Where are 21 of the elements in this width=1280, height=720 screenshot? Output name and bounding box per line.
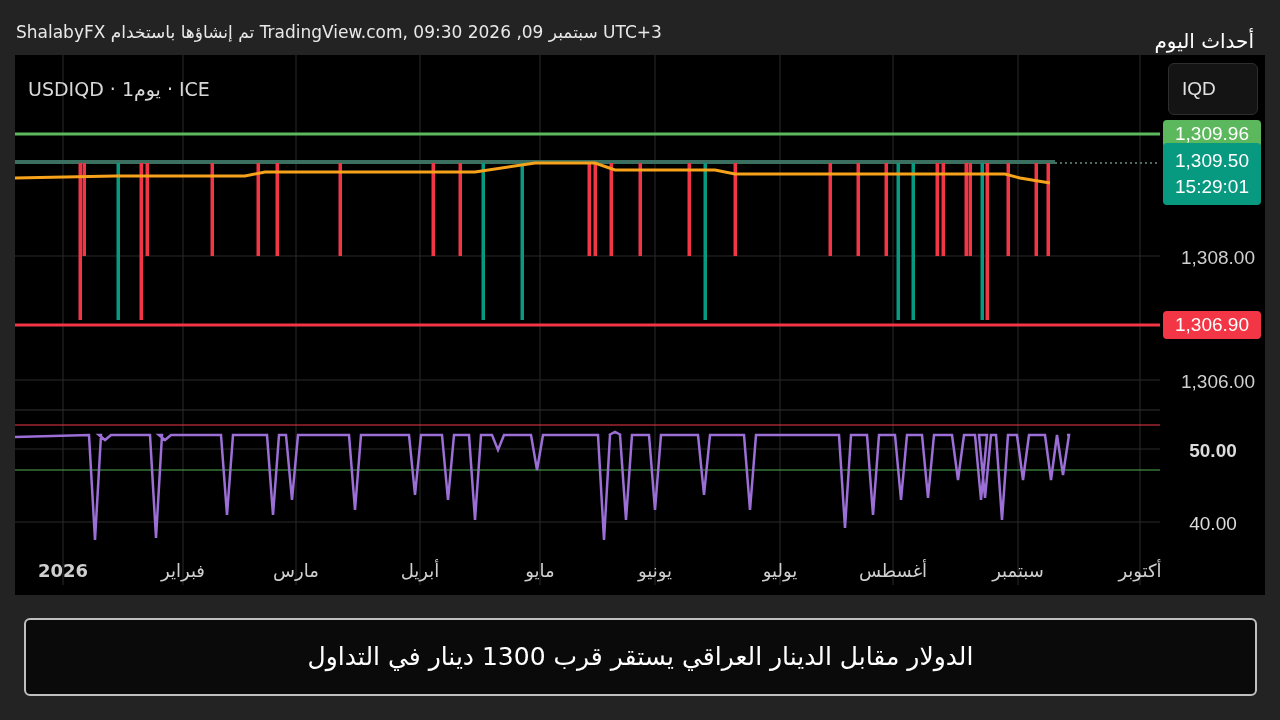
- price-axis-label: 1,306.00: [1180, 370, 1256, 394]
- section-title: أحداث اليوم: [1154, 27, 1254, 55]
- time-axis-label: مايو: [525, 559, 555, 584]
- time-axis-label: سبتمبر: [992, 559, 1044, 584]
- currency-button[interactable]: IQD: [1168, 63, 1258, 115]
- time-axis-label: فبراير: [161, 559, 205, 584]
- time-axis-label: مارس: [273, 559, 319, 583]
- time-axis-label: يونيو: [637, 559, 673, 584]
- chart-credit: ShalabyFX تم إنشاؤها باستخدام TradingView.com, 09:30 2026 ,09 سبتمبر UTC+3: [16, 21, 662, 44]
- time-axis-label: أغسطس: [858, 558, 928, 583]
- time-axis-label: أبريل: [400, 558, 440, 584]
- time-axis-label: يوليو: [762, 559, 798, 584]
- last-price-tag: 1,309.50 15:29:01: [1163, 143, 1261, 205]
- indicator-axis-label: 40.00: [1188, 512, 1238, 536]
- time-axis-label: أكتوبر: [1118, 558, 1162, 584]
- support-price-tag: 1,306.90: [1163, 311, 1261, 339]
- chart-legend: USDIQD · 1يوم · ICE: [28, 75, 210, 104]
- time-axis-label: 2026: [37, 559, 89, 583]
- indicator-axis-label: 50.00: [1188, 439, 1238, 463]
- news-caption: الدولار مقابل الدينار العراقي يستقر قرب 1300 دينار في التداول: [24, 618, 1257, 696]
- price-axis-label: 1,308.00: [1180, 246, 1256, 270]
